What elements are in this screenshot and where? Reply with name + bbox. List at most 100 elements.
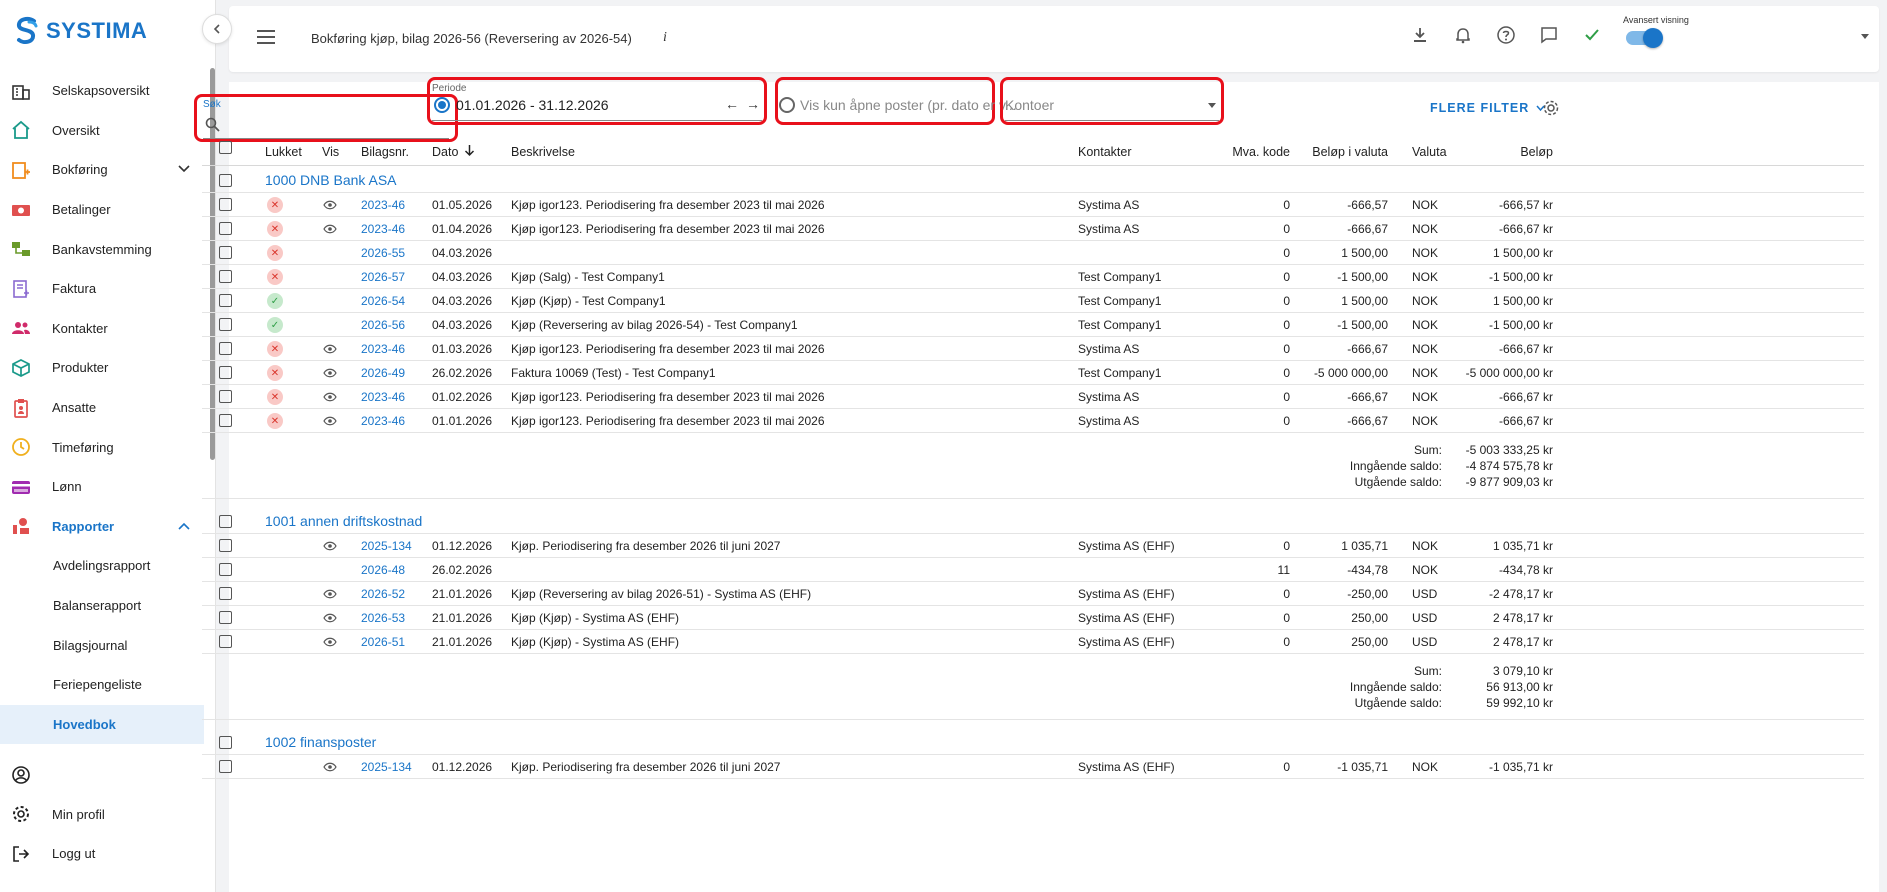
table-row[interactable]: 2026-53 21.01.2026 Kjøp (Kjøp) - Systima A… xyxy=(202,606,1864,630)
row-checkbox[interactable] xyxy=(219,587,232,600)
row-checkbox[interactable] xyxy=(219,563,232,576)
info-icon[interactable]: i xyxy=(663,30,667,46)
col-header-dato[interactable]: Dato xyxy=(432,145,458,159)
arrow-left-icon[interactable]: ← xyxy=(725,96,739,112)
voucher-link[interactable]: 2023-46 xyxy=(361,414,405,428)
account-group-title[interactable]: 1000 DNB Bank ASA xyxy=(265,172,397,188)
sidebar-bottom-min-profil[interactable]: Min profil xyxy=(0,795,204,835)
col-header-lukket[interactable]: Lukket xyxy=(265,145,302,159)
sidebar-item-timef-ring[interactable]: Timeføring xyxy=(0,427,204,467)
sidebar-item-oversikt[interactable]: Oversikt xyxy=(0,111,204,151)
sidebar-item-l-nn[interactable]: Lønn xyxy=(0,467,204,507)
table-row[interactable]: 2026-52 21.01.2026 Kjøp (Reversering av bi… xyxy=(202,582,1864,606)
col-header-beskrivelse[interactable]: Beskrivelse xyxy=(511,145,575,159)
table-row[interactable]: ✓ 2026-54 04.03.2026 Kjøp (Kjøp) - Test Com… xyxy=(202,289,1864,313)
row-checkbox[interactable] xyxy=(219,390,232,403)
chat-icon[interactable] xyxy=(1538,24,1560,46)
col-header-valuta[interactable]: Valuta xyxy=(1412,145,1447,159)
table-row[interactable]: ✕ 2023-46 01.02.2026 Kjøp igor123. Periodis… xyxy=(202,385,1864,409)
voucher-link[interactable]: 2026-53 xyxy=(361,611,405,625)
voucher-link[interactable]: 2026-51 xyxy=(361,635,405,649)
row-checkbox[interactable] xyxy=(219,635,232,648)
sidebar-item-bokf-ring[interactable]: Bokføring xyxy=(0,150,204,190)
col-header-belop-i-valuta[interactable]: Beløp i valuta xyxy=(1312,145,1388,159)
menu-icon[interactable] xyxy=(257,30,275,44)
sidebar-item-bankavstemming[interactable]: Bankavstemming xyxy=(0,229,204,269)
table-row[interactable]: ✕ 2023-46 01.03.2026 Kjøp igor123. Periodis… xyxy=(202,337,1864,361)
download-icon[interactable] xyxy=(1409,24,1431,46)
sidebar-subitem-balanserapport[interactable]: Balanserapport xyxy=(0,586,204,626)
chevron-down-icon[interactable] xyxy=(1861,34,1869,39)
row-checkbox[interactable] xyxy=(219,270,232,283)
eye-icon[interactable] xyxy=(323,223,337,237)
open-items-label[interactable]: Vis kun åpne poster (pr. dato er v... xyxy=(800,97,1017,113)
eye-icon[interactable] xyxy=(323,761,337,775)
sidebar-item-faktura[interactable]: Faktura xyxy=(0,269,204,309)
sidebar-subitem-bilagsjournal[interactable]: Bilagsjournal xyxy=(0,625,204,665)
voucher-link[interactable]: 2025-134 xyxy=(361,539,412,553)
voucher-link[interactable]: 2026-54 xyxy=(361,294,405,308)
table-row[interactable]: ✕ 2026-49 26.02.2026 Faktura 10069 (Test) -… xyxy=(202,361,1864,385)
chevron-up-icon[interactable] xyxy=(178,519,190,533)
accounts-dropdown-icon[interactable] xyxy=(1208,103,1216,108)
table-row[interactable]: ✕ 2026-57 04.03.2026 Kjøp (Salg) - Test Com… xyxy=(202,265,1864,289)
sidebar-bottom-account[interactable] xyxy=(0,755,204,795)
bell-icon[interactable] xyxy=(1452,24,1474,46)
advanced-view-toggle[interactable] xyxy=(1626,28,1663,48)
row-checkbox[interactable] xyxy=(219,366,232,379)
sidebar-item-rapporter[interactable]: Rapporter xyxy=(0,507,204,547)
table-row[interactable]: ✕ 2023-46 01.05.2026 Kjøp igor123. Periodis… xyxy=(202,193,1864,217)
row-checkbox[interactable] xyxy=(219,611,232,624)
sidebar-subitem-avdelingsrapport[interactable]: Avdelingsrapport xyxy=(0,546,204,586)
arrow-right-icon[interactable]: → xyxy=(746,96,760,112)
eye-icon[interactable] xyxy=(323,540,337,554)
eye-icon[interactable] xyxy=(323,636,337,650)
voucher-link[interactable]: 2026-48 xyxy=(361,563,405,577)
account-group-title[interactable]: 1001 annen driftskostnad xyxy=(265,513,422,529)
col-header-vis[interactable]: Vis xyxy=(322,145,339,159)
sidebar-item-kontakter[interactable]: Kontakter xyxy=(0,309,204,349)
eye-icon[interactable] xyxy=(323,391,337,405)
eye-icon[interactable] xyxy=(323,199,337,213)
check-icon[interactable] xyxy=(1581,24,1603,46)
collapse-sidebar-button[interactable] xyxy=(202,14,232,44)
voucher-link[interactable]: 2023-46 xyxy=(361,390,405,404)
eye-icon[interactable] xyxy=(323,588,337,602)
row-checkbox[interactable] xyxy=(219,222,232,235)
voucher-link[interactable]: 2026-57 xyxy=(361,270,405,284)
table-row[interactable]: ✕ 2023-46 01.04.2026 Kjøp igor123. Periodis… xyxy=(202,217,1864,241)
col-header-belop[interactable]: Beløp xyxy=(1520,145,1553,159)
eye-icon[interactable] xyxy=(323,343,337,357)
settings-gear-icon[interactable] xyxy=(1542,99,1560,117)
row-checkbox[interactable] xyxy=(219,318,232,331)
row-checkbox[interactable] xyxy=(219,294,232,307)
voucher-link[interactable]: 2026-49 xyxy=(361,366,405,380)
search-input[interactable] xyxy=(225,114,445,136)
help-icon[interactable] xyxy=(1495,24,1517,46)
col-header-bilagsnr[interactable]: Bilagsnr. xyxy=(361,145,409,159)
eye-icon[interactable] xyxy=(323,415,337,429)
group-checkbox[interactable] xyxy=(219,515,232,528)
voucher-link[interactable]: 2026-56 xyxy=(361,318,405,332)
table-row[interactable]: 2026-51 21.01.2026 Kjøp (Kjøp) - Systima A… xyxy=(202,630,1864,654)
voucher-link[interactable]: 2026-52 xyxy=(361,587,405,601)
table-row[interactable]: 2026-48 26.02.2026 11 -434,78 NOK -434,78 kr xyxy=(202,558,1864,582)
voucher-link[interactable]: 2023-46 xyxy=(361,198,405,212)
period-radio[interactable] xyxy=(434,97,450,113)
systima-logo[interactable]: SYSTIMA xyxy=(14,16,147,46)
table-row[interactable]: ✕ 2026-55 04.03.2026 0 1 500,00 NOK 1 500,00 k… xyxy=(202,241,1864,265)
accounts-select[interactable]: Kontoer xyxy=(1005,97,1054,113)
voucher-link[interactable]: 2023-46 xyxy=(361,342,405,356)
table-row[interactable]: 2025-134 01.12.2026 Kjøp. Periodisering fr… xyxy=(202,755,1864,779)
account-group-title[interactable]: 1002 finansposter xyxy=(265,734,376,750)
table-row[interactable]: ✕ 2023-46 01.01.2026 Kjøp igor123. Periodis… xyxy=(202,409,1864,433)
sidebar-item-ansatte[interactable]: Ansatte xyxy=(0,388,204,428)
chevron-down-icon[interactable] xyxy=(178,162,190,176)
sidebar-item-selskapsoversikt[interactable]: Selskapsoversikt xyxy=(0,71,204,111)
row-checkbox[interactable] xyxy=(219,760,232,773)
more-filters-button[interactable]: FLERE FILTER xyxy=(1430,101,1545,115)
group-checkbox[interactable] xyxy=(219,736,232,749)
sidebar-subitem-hovedbok[interactable]: Hovedbok xyxy=(0,704,204,745)
table-row[interactable]: 2025-134 01.12.2026 Kjøp. Periodisering fr… xyxy=(202,534,1864,558)
voucher-link[interactable]: 2023-46 xyxy=(361,222,405,236)
